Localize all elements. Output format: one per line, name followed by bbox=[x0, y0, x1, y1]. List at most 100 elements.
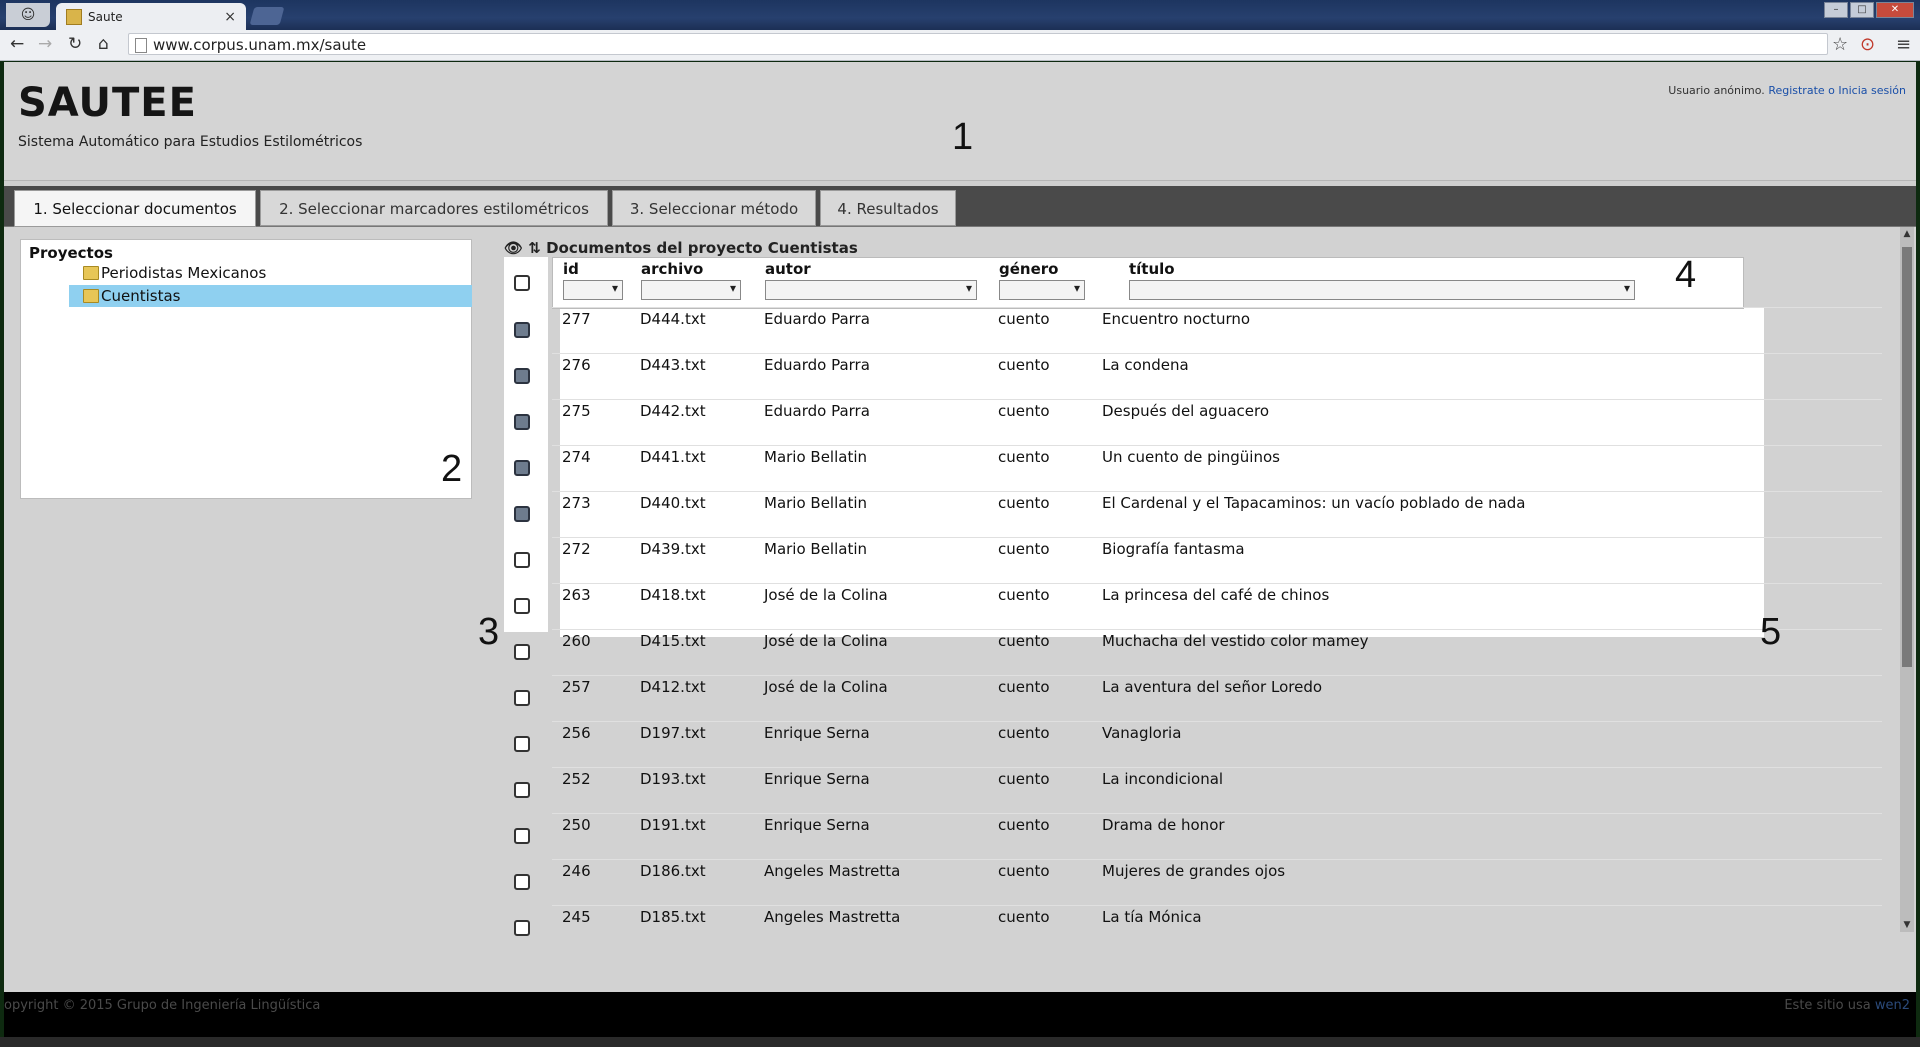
table-row[interactable]: 260 D415.txt José de la Colina cuento Muchac… bbox=[552, 629, 1882, 676]
col-header-archivo[interactable]: archivo bbox=[641, 260, 703, 278]
col-header-genero[interactable]: género bbox=[999, 260, 1058, 278]
filter-id-select[interactable] bbox=[563, 280, 623, 300]
cell-titulo: Drama de honor bbox=[1102, 816, 1225, 834]
cell-id: 256 bbox=[562, 724, 591, 742]
row-checkbox[interactable] bbox=[514, 598, 530, 614]
row-checkbox[interactable] bbox=[514, 322, 530, 338]
cell-id: 260 bbox=[562, 632, 591, 650]
table-row[interactable]: 273 D440.txt Mario Bellatin cuento El Carden… bbox=[552, 491, 1882, 538]
cell-genero: cuento bbox=[998, 816, 1050, 834]
minimize-icon[interactable]: – bbox=[1824, 2, 1848, 18]
projects-tree: Proyectos Periodistas Mexicanos Cuentist… bbox=[20, 239, 472, 499]
cell-genero: cuento bbox=[998, 310, 1050, 328]
cell-autor: Mario Bellatin bbox=[764, 448, 868, 466]
footer-right-text: Este sitio usa bbox=[1784, 998, 1871, 1013]
filter-archivo-select[interactable] bbox=[641, 280, 741, 300]
menu-icon[interactable]: ≡ bbox=[1896, 34, 1911, 55]
forward-icon[interactable]: → bbox=[38, 34, 52, 54]
main-content: Proyectos Periodistas Mexicanos Cuentist… bbox=[4, 227, 1916, 992]
row-checkbox[interactable] bbox=[514, 368, 530, 384]
extension-icon[interactable]: ⊙ bbox=[1860, 34, 1875, 55]
cell-autor: José de la Colina bbox=[764, 632, 888, 650]
bookmark-star-icon[interactable]: ☆ bbox=[1832, 34, 1848, 55]
address-bar[interactable]: www.corpus.unam.mx/saute bbox=[128, 33, 1828, 55]
row-checkbox[interactable] bbox=[514, 828, 530, 844]
cell-id: 257 bbox=[562, 678, 591, 696]
row-checkbox[interactable] bbox=[514, 782, 530, 798]
row-checkbox[interactable] bbox=[514, 736, 530, 752]
cell-titulo: La aventura del señor Loredo bbox=[1102, 678, 1323, 696]
tab-select-documents[interactable]: 1. Seleccionar documentos bbox=[14, 190, 256, 227]
page-icon bbox=[135, 38, 147, 53]
tab-results[interactable]: 4. Resultados bbox=[820, 190, 956, 226]
filter-autor-select[interactable] bbox=[765, 280, 977, 300]
tab-select-method[interactable]: 3. Seleccionar método bbox=[612, 190, 816, 226]
cell-genero: cuento bbox=[998, 862, 1050, 880]
row-checkbox[interactable] bbox=[514, 552, 530, 568]
table-row[interactable]: 245 D185.txt Angeles Mastretta cuento La tía… bbox=[552, 905, 1882, 952]
browser-tab[interactable]: Saute × bbox=[56, 3, 246, 30]
table-row[interactable]: 252 D193.txt Enrique Serna cuento La incondi… bbox=[552, 767, 1882, 814]
cell-autor: José de la Colina bbox=[764, 678, 888, 696]
col-header-titulo[interactable]: título bbox=[1129, 260, 1175, 278]
table-row[interactable]: 250 D191.txt Enrique Serna cuento Drama de h… bbox=[552, 813, 1882, 860]
cell-titulo: Muchacha del vestido color mamey bbox=[1102, 632, 1369, 650]
reload-icon[interactable]: ↻ bbox=[68, 34, 82, 54]
table-row[interactable]: 263 D418.txt José de la Colina cuento La pri… bbox=[552, 583, 1882, 630]
cell-autor: José de la Colina bbox=[764, 586, 888, 604]
cell-id: 246 bbox=[562, 862, 591, 880]
row-checkbox[interactable] bbox=[514, 644, 530, 660]
view-sort-icons[interactable]: 👁 ⇅ bbox=[504, 239, 541, 257]
cell-titulo: El Cardenal y el Tapacaminos: un vacío p… bbox=[1102, 494, 1526, 512]
cell-genero: cuento bbox=[998, 770, 1050, 788]
filter-titulo-select[interactable] bbox=[1129, 280, 1635, 300]
tree-item-cuentistas[interactable]: Cuentistas bbox=[69, 285, 472, 307]
back-icon[interactable]: ← bbox=[10, 34, 24, 54]
checkbox-column-highlight bbox=[504, 257, 548, 632]
table-row[interactable]: 275 D442.txt Eduardo Parra cuento Después de… bbox=[552, 399, 1882, 446]
cell-archivo: D197.txt bbox=[640, 724, 706, 742]
filter-genero-select[interactable] bbox=[999, 280, 1085, 300]
row-checkbox[interactable] bbox=[514, 874, 530, 890]
cell-autor: Enrique Serna bbox=[764, 724, 870, 742]
col-header-autor[interactable]: autor bbox=[765, 260, 811, 278]
footer-link[interactable]: wen2 bbox=[1875, 998, 1910, 1013]
tree-item-label: Cuentistas bbox=[101, 287, 181, 305]
table-row[interactable]: 277 D444.txt Eduardo Parra cuento Encuentro … bbox=[552, 307, 1882, 354]
scroll-up-icon[interactable]: ▲ bbox=[1900, 229, 1914, 239]
table-row[interactable]: 274 D441.txt Mario Bellatin cuento Un cuento… bbox=[552, 445, 1882, 492]
table-row[interactable]: 276 D443.txt Eduardo Parra cuento La condena bbox=[552, 353, 1882, 400]
register-link[interactable]: Registrate bbox=[1768, 84, 1824, 97]
table-row[interactable]: 272 D439.txt Mario Bellatin cuento Biografía… bbox=[552, 537, 1882, 584]
incognito-icon[interactable]: ☺ bbox=[6, 3, 50, 27]
row-checkbox[interactable] bbox=[514, 690, 530, 706]
row-checkbox[interactable] bbox=[514, 920, 530, 936]
close-window-icon[interactable]: ✕ bbox=[1876, 2, 1914, 18]
maximize-icon[interactable]: □ bbox=[1850, 2, 1874, 18]
row-checkbox[interactable] bbox=[514, 460, 530, 476]
select-all-checkbox[interactable] bbox=[514, 275, 530, 291]
login-link[interactable]: Inicia sesión bbox=[1838, 84, 1906, 97]
annotation-2: 2 bbox=[441, 448, 463, 490]
scrollbar-thumb[interactable] bbox=[1902, 247, 1912, 667]
table-row[interactable]: 256 D197.txt Enrique Serna cuento Vanagloria bbox=[552, 721, 1882, 768]
cell-autor: Eduardo Parra bbox=[764, 402, 870, 420]
footer-right: Este sitio usa wen2 bbox=[1784, 998, 1910, 1013]
home-icon[interactable]: ⌂ bbox=[98, 34, 109, 54]
table-row[interactable]: 257 D412.txt José de la Colina cuento La ave… bbox=[552, 675, 1882, 722]
table-row[interactable]: 246 D186.txt Angeles Mastretta cuento Mujere… bbox=[552, 859, 1882, 906]
tree-item-label: Periodistas Mexicanos bbox=[101, 264, 267, 282]
tab-select-markers[interactable]: 2. Seleccionar marcadores estilométricos bbox=[260, 190, 608, 226]
cell-titulo: Un cuento de pingüinos bbox=[1102, 448, 1280, 466]
cell-titulo: La condena bbox=[1102, 356, 1189, 374]
col-header-id[interactable]: id bbox=[563, 260, 579, 278]
scrollbar[interactable]: ▲ ▼ bbox=[1900, 227, 1914, 932]
cell-titulo: Después del aguacero bbox=[1102, 402, 1270, 420]
close-tab-icon[interactable]: × bbox=[224, 9, 236, 25]
scroll-down-icon[interactable]: ▼ bbox=[1900, 920, 1914, 930]
new-tab-button[interactable] bbox=[249, 7, 285, 25]
annotation-4: 4 bbox=[1675, 254, 1697, 296]
row-checkbox[interactable] bbox=[514, 506, 530, 522]
tree-item-periodistas[interactable]: Periodistas Mexicanos bbox=[69, 262, 266, 284]
row-checkbox[interactable] bbox=[514, 414, 530, 430]
